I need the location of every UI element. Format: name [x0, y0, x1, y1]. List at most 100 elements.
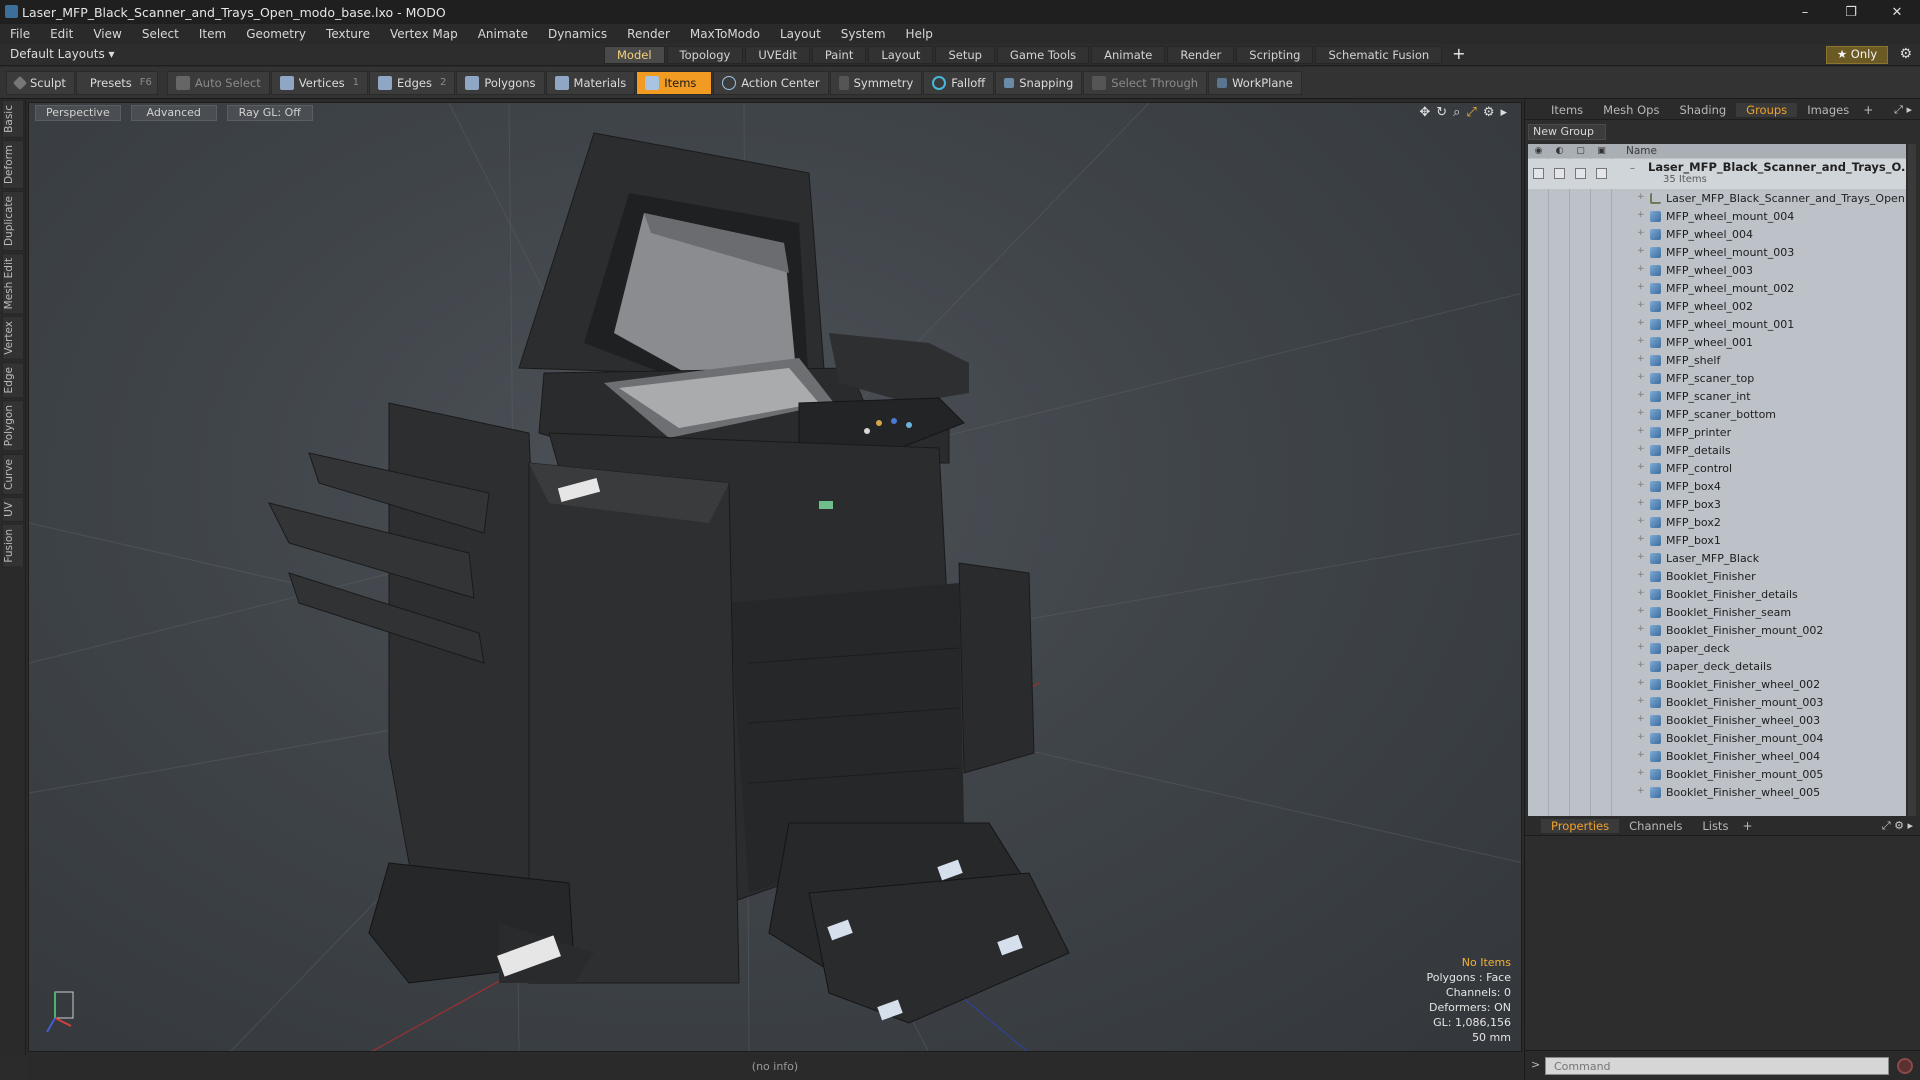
expand-icon[interactable]: + [1637, 300, 1645, 310]
auto-select-button[interactable]: Auto Select [166, 70, 270, 95]
expand-icon[interactable]: + [1637, 462, 1645, 472]
expand-icon[interactable]: + [1637, 768, 1645, 778]
tab-uvedit[interactable]: UVEdit [745, 46, 810, 64]
expand-icon[interactable]: + [1637, 246, 1645, 256]
group-item-row[interactable]: + MFP_printer [1528, 424, 1906, 442]
tab-lists[interactable]: Lists [1692, 819, 1738, 833]
3d-viewport[interactable]: Perspective Advanced Ray GL: Off ✥ ↻ ⌕ ⤢… [28, 102, 1522, 1052]
group-item-row[interactable]: + MFP_scaner_top [1528, 370, 1906, 388]
group-item-row[interactable]: + MFP_wheel_001 [1528, 334, 1906, 352]
tab-items[interactable]: Items [1541, 103, 1593, 117]
root-visibility-toggle[interactable] [1533, 168, 1544, 179]
expand-icon[interactable]: + [1637, 372, 1645, 382]
expand-icon[interactable]: + [1637, 678, 1645, 688]
menu-select[interactable]: Select [142, 27, 179, 41]
expand-icon[interactable]: + [1637, 282, 1645, 292]
expand-icon[interactable]: + [1637, 732, 1645, 742]
sculpt-button[interactable]: Sculpt [6, 70, 75, 95]
menu-animate[interactable]: Animate [478, 27, 528, 41]
rotate-icon[interactable]: ↻ [1436, 105, 1447, 120]
expand-icon[interactable]: + [1637, 660, 1645, 670]
expand-icon[interactable]: + [1637, 336, 1645, 346]
group-item-row[interactable]: + Laser_MFP_Black [1528, 550, 1906, 568]
workplane-button[interactable]: WorkPlane [1208, 70, 1302, 95]
only-toggle[interactable]: ★ Only [1826, 46, 1888, 64]
tab-layout[interactable]: Layout [868, 46, 934, 64]
gear-icon[interactable]: ⚙ [1899, 46, 1912, 62]
strip-tab-fusion[interactable]: Fusion [2, 523, 24, 568]
expand-icon[interactable]: + [1637, 588, 1645, 598]
group-item-row[interactable]: + MFP_wheel_004 [1528, 226, 1906, 244]
group-item-row[interactable]: + MFP_wheel_003 [1528, 262, 1906, 280]
groups-scrollbar[interactable] [1908, 144, 1916, 822]
menu-view[interactable]: View [93, 27, 121, 41]
group-item-row[interactable]: + MFP_box3 [1528, 496, 1906, 514]
minimize-button[interactable]: – [1782, 0, 1828, 24]
collapse-icon[interactable]: – [1630, 163, 1635, 174]
pan-icon[interactable]: ✥ [1419, 105, 1430, 120]
menu-texture[interactable]: Texture [326, 27, 370, 41]
group-item-row[interactable]: + paper_deck_details [1528, 658, 1906, 676]
expand-icon[interactable]: + [1637, 606, 1645, 616]
group-item-row[interactable]: + Booklet_Finisher_wheel_003 [1528, 712, 1906, 730]
group-item-row[interactable]: + Booklet_Finisher_mount_004 [1528, 730, 1906, 748]
group-item-row[interactable]: + MFP_wheel_mount_004 [1528, 208, 1906, 226]
group-item-row[interactable]: + Booklet_Finisher_details [1528, 586, 1906, 604]
presets-button[interactable]: Presets F6 [75, 70, 158, 95]
expand-icon[interactable]: + [1637, 714, 1645, 724]
view-mode-dropdown[interactable]: Perspective [35, 105, 121, 121]
group-item-row[interactable]: + MFP_box1 [1528, 532, 1906, 550]
group-item-row[interactable]: + MFP_scaner_bottom [1528, 406, 1906, 424]
strip-tab-uv[interactable]: UV [2, 496, 24, 522]
expand-icon[interactable]: + [1637, 516, 1645, 526]
tab-shading[interactable]: Shading [1669, 103, 1736, 117]
group-item-row[interactable]: + Laser_MFP_Black_Scanner_and_Trays_Open [1528, 190, 1906, 208]
tab-properties[interactable]: Properties [1541, 818, 1620, 833]
new-group-button[interactable]: New Group [1528, 124, 1606, 140]
edges-button[interactable]: Edges 2 [369, 70, 456, 95]
lock-column-icon[interactable]: ▢ [1570, 146, 1591, 156]
group-item-row[interactable]: + Booklet_Finisher [1528, 568, 1906, 586]
menu-item[interactable]: Item [199, 27, 226, 41]
root-lock-toggle[interactable] [1575, 168, 1586, 179]
group-item-row[interactable]: + Booklet_Finisher_mount_002 [1528, 622, 1906, 640]
group-item-row[interactable]: + Booklet_Finisher_mount_005 [1528, 766, 1906, 784]
menu-render[interactable]: Render [627, 27, 670, 41]
strip-tab-curve[interactable]: Curve [2, 453, 24, 495]
expand-icon[interactable]: + [1637, 534, 1645, 544]
group-item-row[interactable]: + MFP_wheel_002 [1528, 298, 1906, 316]
tab-images[interactable]: Images [1797, 103, 1859, 117]
fit-icon[interactable]: ⤢ [1466, 105, 1476, 120]
strip-tab-vertex[interactable]: Vertex [2, 316, 24, 360]
group-item-row[interactable]: + MFP_wheel_mount_001 [1528, 316, 1906, 334]
materials-button[interactable]: Materials [545, 70, 636, 95]
items-button[interactable]: Items [636, 70, 713, 95]
select-through-button[interactable]: Select Through [1083, 70, 1208, 95]
menu-geometry[interactable]: Geometry [246, 27, 306, 41]
expand-icon[interactable]: + [1637, 390, 1645, 400]
bottom-panel-expand-icon[interactable]: ⤢ ⚙ ▸ [1882, 819, 1920, 833]
menu-maxtomodo[interactable]: MaxToModo [690, 27, 760, 41]
root-render-toggle[interactable] [1554, 168, 1565, 179]
group-item-row[interactable]: + MFP_shelf [1528, 352, 1906, 370]
strip-tab-basic[interactable]: Basic [2, 100, 24, 138]
group-item-row[interactable]: + MFP_box2 [1528, 514, 1906, 532]
expand-icon[interactable]: + [1637, 426, 1645, 436]
zoom-icon[interactable]: ⌕ [1453, 105, 1460, 120]
close-button[interactable]: ✕ [1874, 0, 1920, 24]
expand-icon[interactable]: + [1637, 408, 1645, 418]
strip-tab-polygon[interactable]: Polygon [2, 400, 24, 452]
expand-icon[interactable]: + [1637, 210, 1645, 220]
expand-icon[interactable]: + [1637, 696, 1645, 706]
record-icon[interactable] [1897, 1058, 1913, 1074]
tab-render[interactable]: Render [1167, 46, 1235, 64]
panel-expand-icon[interactable]: ⤢ ▸ [1894, 103, 1920, 117]
expand-icon[interactable]: + [1637, 354, 1645, 364]
command-input[interactable] [1545, 1057, 1889, 1075]
group-item-row[interactable]: + MFP_scaner_int [1528, 388, 1906, 406]
tab-scripting[interactable]: Scripting [1236, 46, 1314, 64]
render-column-icon[interactable]: ◐ [1549, 146, 1570, 156]
add-panel-tab-button[interactable]: + [1863, 103, 1873, 117]
group-item-row[interactable]: + paper_deck [1528, 640, 1906, 658]
expand-icon[interactable]: + [1637, 264, 1645, 274]
